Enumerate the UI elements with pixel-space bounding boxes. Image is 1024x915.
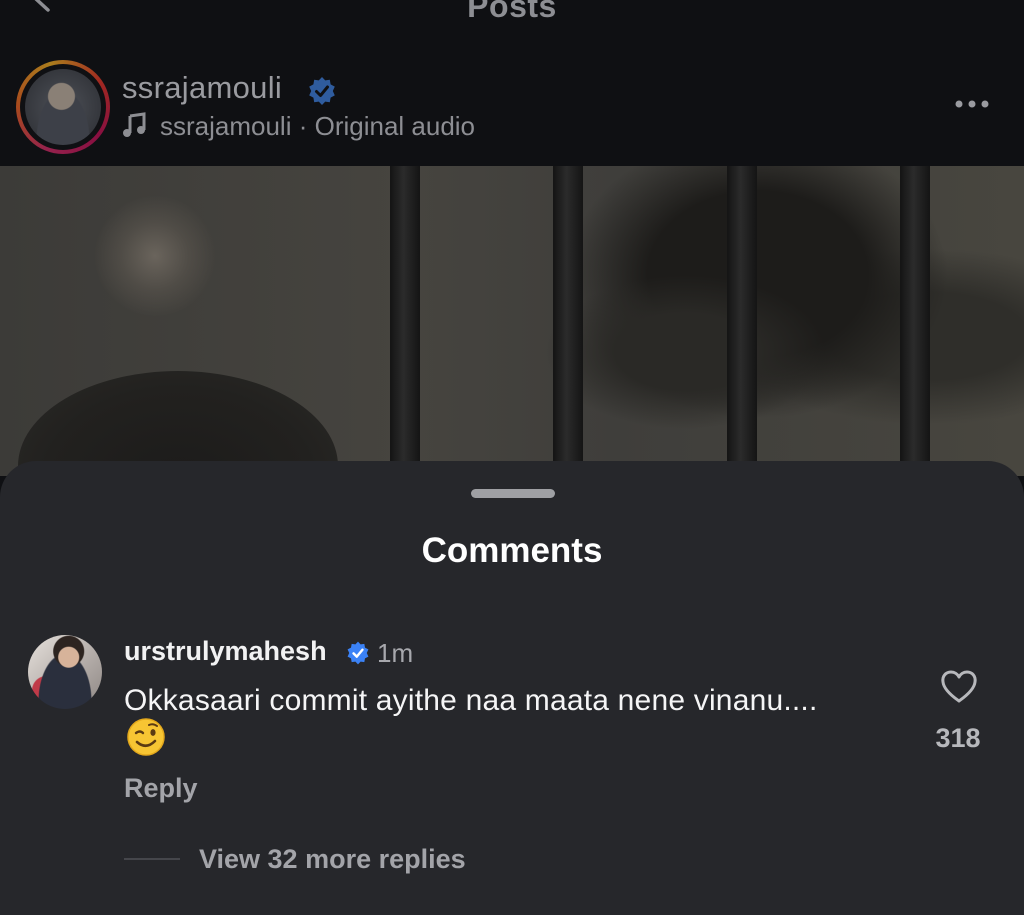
reply-button[interactable]: Reply xyxy=(124,773,198,804)
like-count: 318 xyxy=(935,723,981,753)
winking-face-emoji xyxy=(127,718,165,756)
commenter-username[interactable]: urstrulymahesh xyxy=(124,636,327,667)
comments-sheet: Comments urstrulymahesh 1m Okkasaari com… xyxy=(0,461,1024,915)
view-more-replies-button[interactable]: View 32 more replies xyxy=(199,844,466,875)
author-username[interactable]: ssrajamouli xyxy=(122,70,282,106)
comments-title: Comments xyxy=(421,531,603,570)
verified-badge-icon xyxy=(347,641,369,665)
cage-bar xyxy=(553,166,583,476)
heart-outline-icon[interactable] xyxy=(938,666,980,708)
author-avatar[interactable] xyxy=(25,69,101,145)
music-note-icon xyxy=(123,112,146,137)
commenter-avatar[interactable] xyxy=(28,635,102,709)
cage-bar xyxy=(900,166,930,476)
top-nav-bar: Posts xyxy=(0,0,1024,40)
comment-text: Okkasaari commit ayithe naa maata nene v… xyxy=(124,684,818,717)
post-header: ssrajamouli ssrajamouli · Original audio xyxy=(0,40,1024,166)
more-horizontal-icon[interactable] xyxy=(952,92,992,116)
original-audio-link[interactable]: ssrajamouli · Original audio xyxy=(160,111,475,142)
post-media[interactable] xyxy=(0,166,1024,476)
thread-divider xyxy=(124,858,180,860)
page-title: Posts xyxy=(467,0,557,24)
sheet-grabber[interactable] xyxy=(471,489,555,498)
comment-timestamp: 1m xyxy=(377,638,414,668)
verified-badge-icon xyxy=(309,77,335,105)
cage-bar xyxy=(390,166,420,476)
cage-bar xyxy=(727,166,757,476)
